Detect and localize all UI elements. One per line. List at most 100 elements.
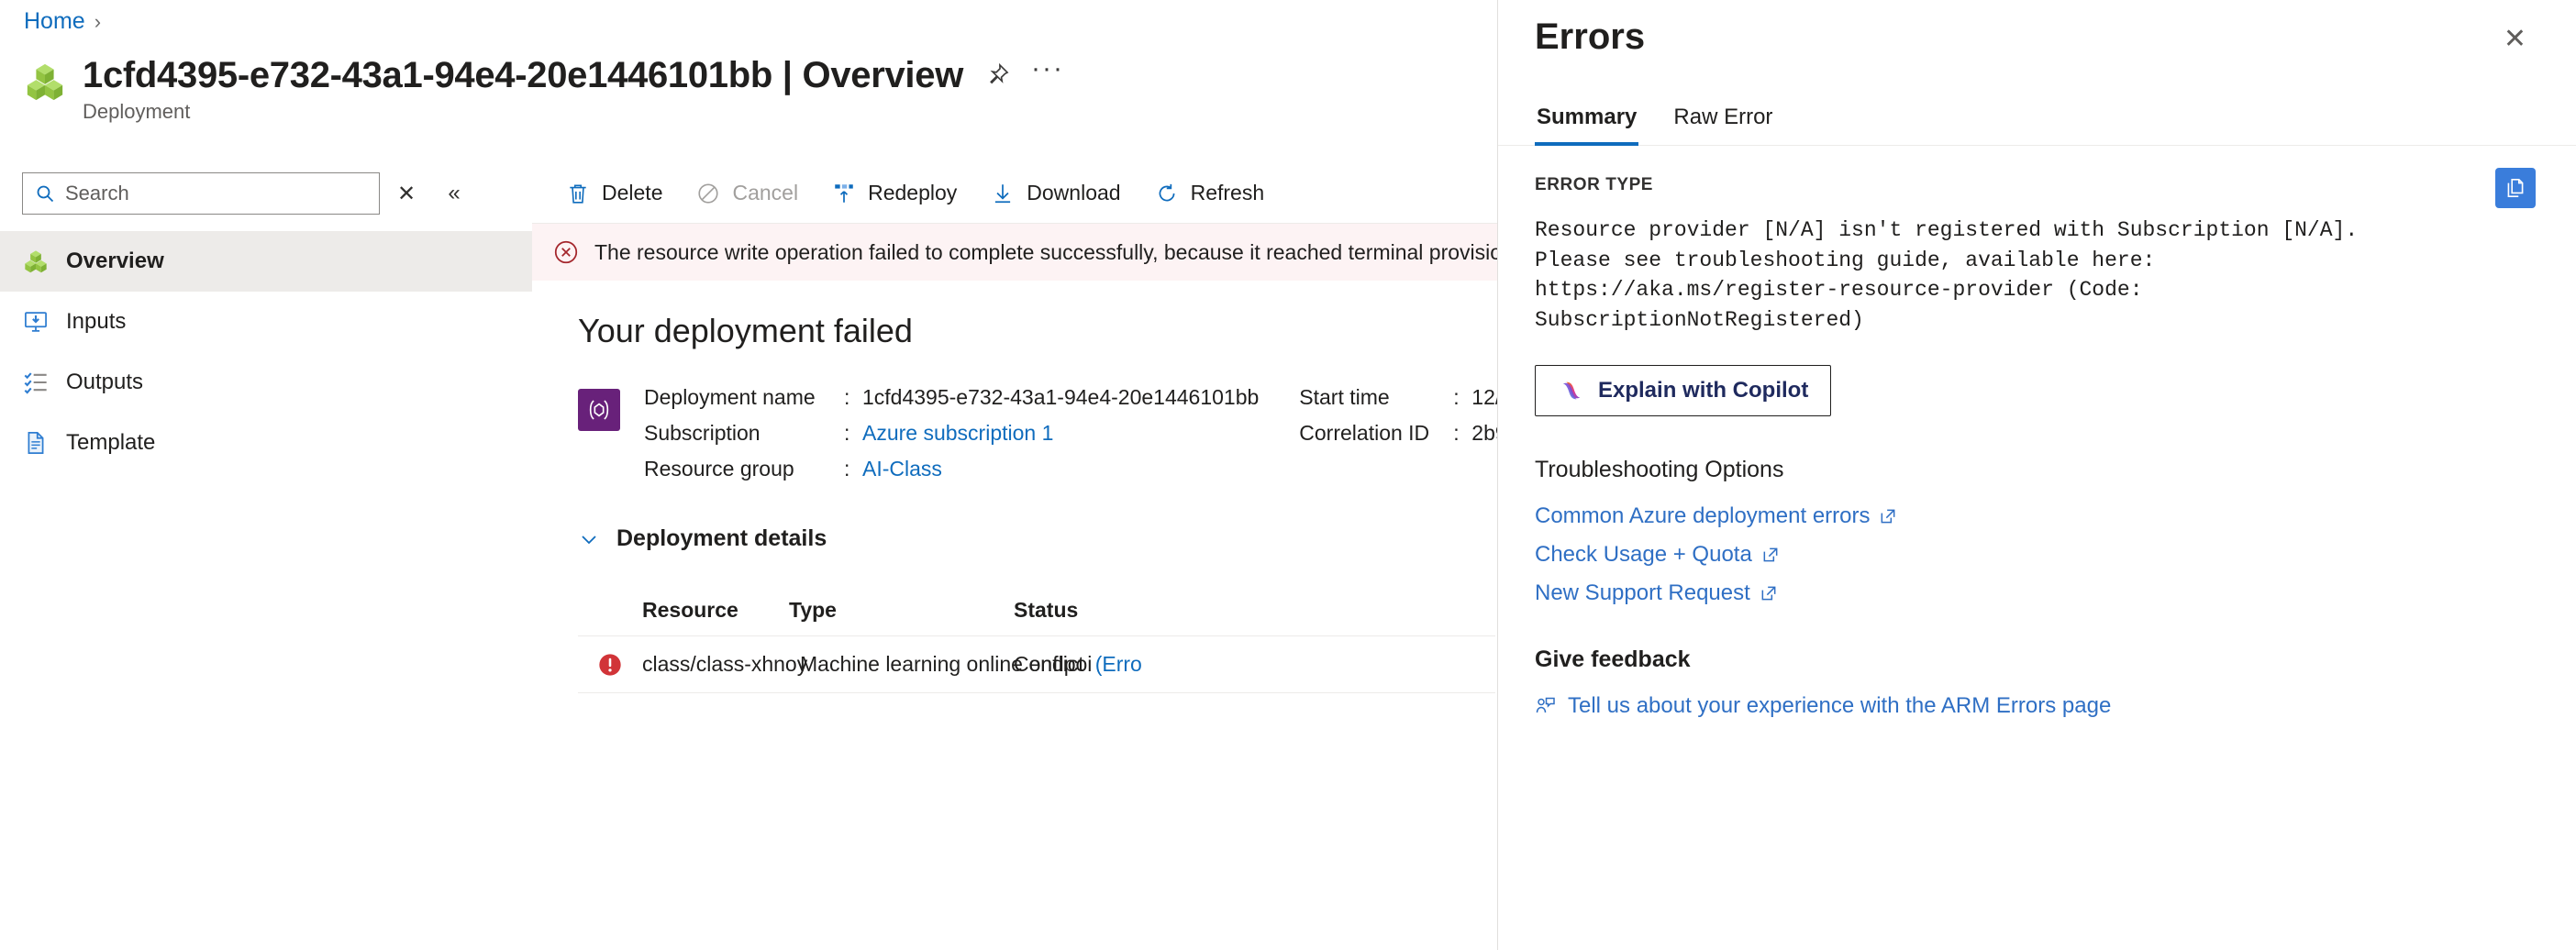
link-common-azure-deployment-errors[interactable]: Common Azure deployment errors: [1535, 503, 2536, 529]
row-resource-name: class/class-xhnoy: [642, 652, 808, 676]
search-icon: [37, 185, 54, 203]
redeploy-button[interactable]: Redeploy: [815, 170, 973, 217]
subscription-row: Subscription : Azure subscription 1: [644, 421, 1259, 446]
table-header-type: Type: [789, 598, 837, 622]
deployment-name-label: Deployment name: [644, 385, 816, 409]
refresh-label: Refresh: [1190, 181, 1265, 204]
correlation-id-row: Correlation ID : 2b9: [1299, 421, 1497, 446]
deployment-meta-column-left: Deployment name : 1cfd4395-e732-43a1-94e…: [644, 385, 1259, 481]
subscription-value-link[interactable]: Azure subscription 1: [862, 421, 1053, 446]
deployment-name-value: 1cfd4395-e732-43a1-94e4-20e1446101bb: [862, 385, 1260, 409]
correlation-id-value: 2b9: [1471, 421, 1497, 445]
sidebar: ✕ « Overvie: [0, 163, 532, 950]
table-header-status: Status: [1014, 598, 1079, 622]
row-status-error-link[interactable]: (Erro: [1095, 652, 1142, 677]
subscription-label: Subscription: [644, 421, 761, 445]
delete-label: Delete: [602, 181, 663, 204]
troubleshooting-links: Common Azure deployment errors Check Usa…: [1535, 503, 2536, 606]
errors-panel-title: Errors: [1535, 17, 1646, 57]
command-bar: Delete Cancel Redeploy Download Refresh: [532, 163, 1497, 224]
tab-summary[interactable]: Summary: [1535, 99, 1639, 146]
sidebar-item-overview[interactable]: Overview: [0, 231, 532, 292]
close-icon[interactable]: ✕: [2494, 17, 2536, 62]
search-input-wrapper[interactable]: [22, 172, 380, 215]
inputs-icon: [22, 308, 50, 336]
error-circle-icon: [554, 240, 578, 264]
colon: :: [1453, 385, 1460, 409]
page-title: 1cfd4395-e732-43a1-94e4-20e1446101bb | O…: [83, 55, 964, 95]
cancel-label: Cancel: [732, 181, 799, 204]
table-header-resource: Resource: [642, 598, 738, 622]
sidebar-nav-list: Overview Inputs Outputs Template: [0, 231, 532, 473]
error-banner-text: The resource write operation failed to c…: [594, 239, 1497, 264]
error-type-label: ERROR TYPE: [1535, 175, 1654, 194]
link-label: New Support Request: [1535, 580, 1750, 605]
give-feedback-title: Give feedback: [1535, 646, 1691, 672]
colon: :: [844, 457, 850, 481]
sidebar-item-inputs[interactable]: Inputs: [0, 292, 532, 352]
feedback-link-label: Tell us about your experience with the A…: [1568, 692, 2112, 718]
main-content: Delete Cancel Redeploy Download Refresh …: [532, 163, 1497, 950]
deployment-meta-columns: Deployment name : 1cfd4395-e732-43a1-94e…: [644, 385, 1497, 481]
sidebar-item-label: Outputs: [66, 370, 144, 394]
sidebar-item-label: Overview: [66, 249, 164, 273]
error-banner: The resource write operation failed to c…: [532, 224, 1497, 281]
correlation-id-label: Correlation ID: [1299, 421, 1430, 445]
breadcrumb: Home ›: [24, 8, 101, 35]
deployment-meta-column-right: Start time : 12/ Correlation ID : 2b9: [1299, 385, 1497, 481]
row-status-icon: [578, 652, 642, 678]
link-check-usage-quota[interactable]: Check Usage + Quota: [1535, 542, 2536, 568]
more-options-icon[interactable]: ···: [1031, 55, 1064, 90]
deployment-name-row: Deployment name : 1cfd4395-e732-43a1-94e…: [644, 385, 1259, 410]
resource-group-row: Resource group : AI-Class: [644, 457, 1259, 481]
deployment-details-toggle[interactable]: Deployment details: [578, 525, 1497, 552]
sidebar-item-label: Inputs: [66, 309, 127, 334]
page-subtitle: Deployment: [83, 99, 191, 123]
sidebar-collapse-icon[interactable]: «: [433, 172, 475, 215]
troubleshooting-title: Troubleshooting Options: [1535, 456, 1784, 482]
errors-panel: Errors ✕ Summary Raw Error ERROR TYPE Re…: [1497, 0, 2576, 950]
errors-panel-tabs: Summary Raw Error: [1498, 99, 2576, 146]
refresh-button[interactable]: Refresh: [1138, 170, 1282, 217]
download-button[interactable]: Download: [973, 170, 1137, 217]
feedback-link[interactable]: Tell us about your experience with the A…: [1535, 693, 2111, 719]
deployment-summary: Your deployment failed Deployment name :: [532, 281, 1497, 693]
copy-icon[interactable]: [2495, 168, 2536, 208]
sidebar-item-outputs[interactable]: Outputs: [0, 352, 532, 413]
table-row[interactable]: class/class-xhnoy Machine learning onlin…: [578, 636, 1495, 693]
search-clear-icon[interactable]: ✕: [385, 172, 427, 215]
sidebar-item-template[interactable]: Template: [0, 413, 532, 473]
explain-with-copilot-button[interactable]: Explain with Copilot: [1535, 364, 1832, 416]
external-link-icon: [1882, 509, 1895, 524]
azure-portal-deployment-overview: Home › 1cfd4395-e732-43a1-94e4-20e144610…: [0, 0, 2576, 950]
template-icon: [22, 429, 50, 457]
error-badge-icon: [599, 653, 621, 676]
search-input[interactable]: [65, 182, 340, 205]
breadcrumb-home-link[interactable]: Home: [24, 8, 85, 35]
breadcrumb-chevron-icon: ›: [94, 9, 102, 33]
colon: :: [844, 421, 850, 445]
deployment-details-title: Deployment details: [616, 525, 827, 551]
deployment-meta-block: Deployment name : 1cfd4395-e732-43a1-94e…: [578, 385, 1497, 481]
external-link-icon: [1763, 547, 1778, 562]
copilot-button-label: Explain with Copilot: [1598, 377, 1809, 403]
link-label: Common Azure deployment errors: [1535, 503, 1871, 528]
outputs-icon: [22, 369, 50, 396]
start-time-row: Start time : 12/: [1299, 385, 1497, 410]
cancel-button: Cancel: [679, 170, 815, 217]
sidebar-search-row: ✕ «: [0, 163, 532, 224]
tab-raw-error[interactable]: Raw Error: [1671, 99, 1774, 145]
download-label: Download: [1027, 181, 1121, 204]
copilot-icon: [1562, 381, 1581, 399]
deployment-details-table: Resource Type Status class/class-xhnoy M…: [578, 585, 1495, 693]
errors-panel-body: ERROR TYPE Resource provider [N/A] isn't…: [1498, 146, 2576, 722]
delete-button[interactable]: Delete: [549, 170, 679, 217]
cancel-icon: [695, 181, 721, 206]
start-time-label: Start time: [1299, 385, 1390, 409]
trash-icon: [565, 181, 591, 206]
colon: :: [1453, 421, 1460, 445]
pin-icon[interactable]: [982, 60, 1013, 91]
start-time-value: 12/: [1471, 385, 1497, 409]
link-new-support-request[interactable]: New Support Request: [1535, 580, 2536, 606]
resource-group-value-link[interactable]: AI-Class: [862, 457, 942, 481]
